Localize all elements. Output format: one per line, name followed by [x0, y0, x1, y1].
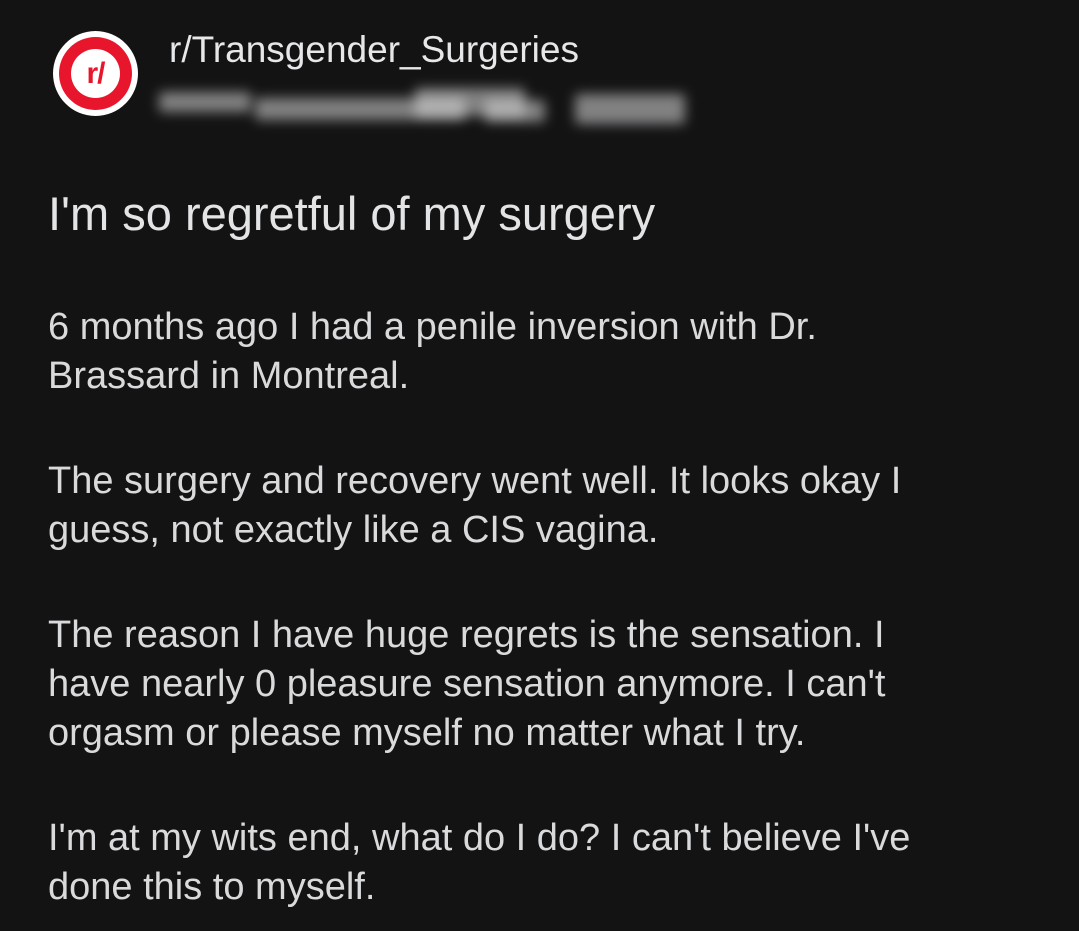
post-paragraph-2: The surgery and recovery went well. It l…: [48, 457, 1048, 555]
avatar-label: r/: [71, 49, 120, 98]
paragraph-line: done this to myself.: [48, 866, 376, 908]
post-paragraph-1: 6 months ago I had a penile inversion wi…: [48, 303, 1048, 401]
paragraph-line: I'm at my wits end, what do I do? I can'…: [48, 817, 911, 859]
post-title[interactable]: I'm so regretful of my surgery: [48, 186, 655, 242]
paragraph-line: orgasm or please myself no matter what I…: [48, 712, 806, 754]
post-paragraph-3: The reason I have huge regrets is the se…: [48, 611, 1048, 758]
avatar-ring: r/: [59, 37, 132, 110]
redacted-metadata: [155, 86, 690, 130]
post-header: r/ r/Transgender_Surgeries: [0, 0, 1079, 140]
post-paragraph-4: I'm at my wits end, what do I do? I can'…: [48, 814, 1048, 912]
paragraph-line: The surgery and recovery went well. It l…: [48, 460, 902, 502]
paragraph-line: 6 months ago I had a penile inversion wi…: [48, 306, 817, 348]
subreddit-name[interactable]: r/Transgender_Surgeries: [169, 28, 579, 72]
paragraph-line: The reason I have huge regrets is the se…: [48, 614, 885, 656]
paragraph-line: have nearly 0 pleasure sensation anymore…: [48, 663, 886, 705]
subreddit-logo-icon[interactable]: r/: [53, 31, 138, 116]
paragraph-line: Brassard in Montreal.: [48, 355, 410, 397]
paragraph-line: guess, not exactly like a CIS vagina.: [48, 509, 659, 551]
